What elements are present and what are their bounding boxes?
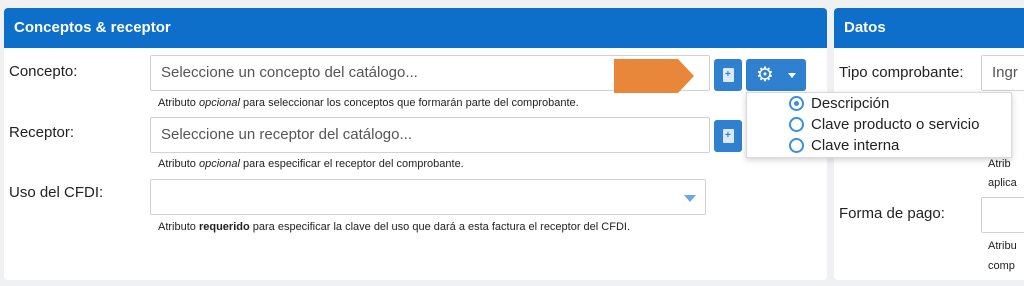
receptor-label: Receptor:: [9, 124, 75, 141]
add-concept-button[interactable]: [714, 59, 742, 91]
forma-pago-hint-line1: Atribu: [988, 240, 1017, 252]
tipo-comprobante-label: Tipo comprobante:: [839, 64, 964, 81]
add-receptor-button[interactable]: [714, 120, 742, 152]
panel-title: Conceptos & receptor: [4, 8, 827, 48]
forma-pago-select[interactable]: [981, 197, 1024, 233]
dropdown-caret-icon: [684, 195, 696, 202]
forma-pago-hint-line2: comp: [988, 260, 1015, 272]
receptor-hint: Atributo opcional para especificar el re…: [158, 158, 464, 170]
option-descripcion-label[interactable]: Descripción: [811, 94, 889, 114]
concepto-label: Concepto:: [9, 63, 78, 80]
radio-clave-interna[interactable]: [789, 138, 804, 153]
option-clave-producto-label[interactable]: Clave producto o servicio: [811, 115, 979, 135]
chevron-down-icon: [788, 73, 796, 78]
receptor-search-input[interactable]: Seleccione un receptor del catálogo...: [150, 117, 710, 153]
uso-cfdi-label: Uso del CFDI:: [9, 184, 104, 201]
gear-icon: ⚙: [756, 64, 774, 86]
tipo-hint-line1: Atrib: [988, 158, 1011, 170]
search-options-menu: Descripción Clave producto o servicio Cl…: [746, 92, 1012, 158]
tipo-hint-line2: aplica: [988, 177, 1017, 189]
file-plus-icon: [723, 129, 734, 143]
forma-pago-label: Forma de pago:: [839, 205, 945, 222]
file-plus-icon: [723, 68, 734, 82]
panel-title: Datos: [834, 8, 1024, 48]
option-clave-interna-label[interactable]: Clave interna: [811, 136, 899, 156]
radio-clave-producto[interactable]: [789, 117, 804, 132]
concepto-hint: Atributo opcional para seleccionar los c…: [158, 97, 579, 109]
tipo-comprobante-select[interactable]: Ingr: [981, 55, 1024, 91]
search-options-button[interactable]: ⚙: [746, 59, 806, 91]
uso-cfdi-hint: Atributo requerido para especificar la c…: [158, 221, 631, 233]
annotation-arrow-icon: [614, 59, 694, 93]
uso-cfdi-select[interactable]: [150, 179, 706, 215]
radio-descripcion[interactable]: [789, 96, 804, 111]
